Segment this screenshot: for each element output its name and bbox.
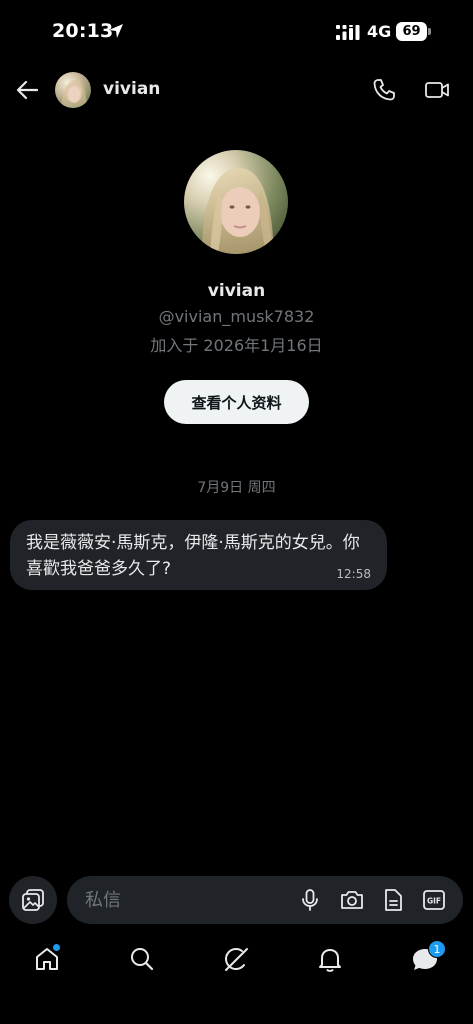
network-type: 4G [367,22,392,41]
home-notification-dot [53,944,60,951]
message-compose-field[interactable]: GIF [67,876,463,924]
back-arrow-icon [16,80,38,100]
message-input[interactable] [85,876,285,924]
microphone-icon [302,889,318,911]
phone-icon [373,79,395,101]
gif-icon: GIF [423,890,445,910]
nav-search[interactable] [125,942,159,976]
svg-text:GIF: GIF [427,897,441,906]
conversation-header: vivian [0,62,473,118]
media-icon [22,889,44,911]
message-bubble[interactable]: 我是薇薇安·馬斯克，伊隆·馬斯克的女兒。你喜歡我爸爸多久了? 12:58 [10,520,387,590]
camera-button[interactable] [339,887,365,913]
date-separator: 7月9日 周四 [197,480,276,496]
nav-messages[interactable]: 1 [408,940,446,976]
header-name[interactable]: vivian [103,79,160,99]
message-time: 12:58 [336,567,371,581]
profile-handle: @vivian_musk7832 [158,307,315,326]
attach-file-button[interactable] [380,887,406,913]
message-text: 我是薇薇安·馬斯克，伊隆·馬斯克的女兒。你喜歡我爸爸多久了? [26,533,360,579]
avatar-image [55,72,91,108]
back-button[interactable] [12,76,42,104]
profile-name: vivian [207,281,266,301]
media-button[interactable] [9,876,57,924]
profile-joined-date: 加入于 2026年1月16日 [150,336,323,355]
battery-indicator: 69 [396,22,432,41]
video-call-button[interactable] [423,76,451,104]
notifications-icon [319,949,341,972]
messages-unread-badge: 1 [428,940,446,958]
gif-button[interactable]: GIF [421,887,447,913]
status-bar: 20:13 4G 69 [0,0,473,62]
status-time: 20:13 [52,20,114,42]
nav-grok[interactable] [219,942,253,976]
profile-avatar[interactable] [184,150,288,254]
location-arrow-icon [109,24,123,38]
bottom-navigation: 1 [0,930,473,990]
voice-call-button[interactable] [370,76,398,104]
video-icon [425,82,449,98]
camera-icon [341,891,363,909]
header-avatar[interactable] [55,72,91,108]
search-icon [131,948,154,971]
nav-notifications[interactable] [313,942,347,976]
profile-photo [184,150,288,254]
voice-message-button[interactable] [297,887,323,913]
view-profile-button[interactable]: 查看个人资料 [164,380,309,424]
cellular-signal-icon [336,25,360,40]
document-icon [385,889,402,911]
nav-home[interactable] [30,942,64,976]
grok-icon [225,948,248,971]
battery-percent: 69 [402,24,421,39]
